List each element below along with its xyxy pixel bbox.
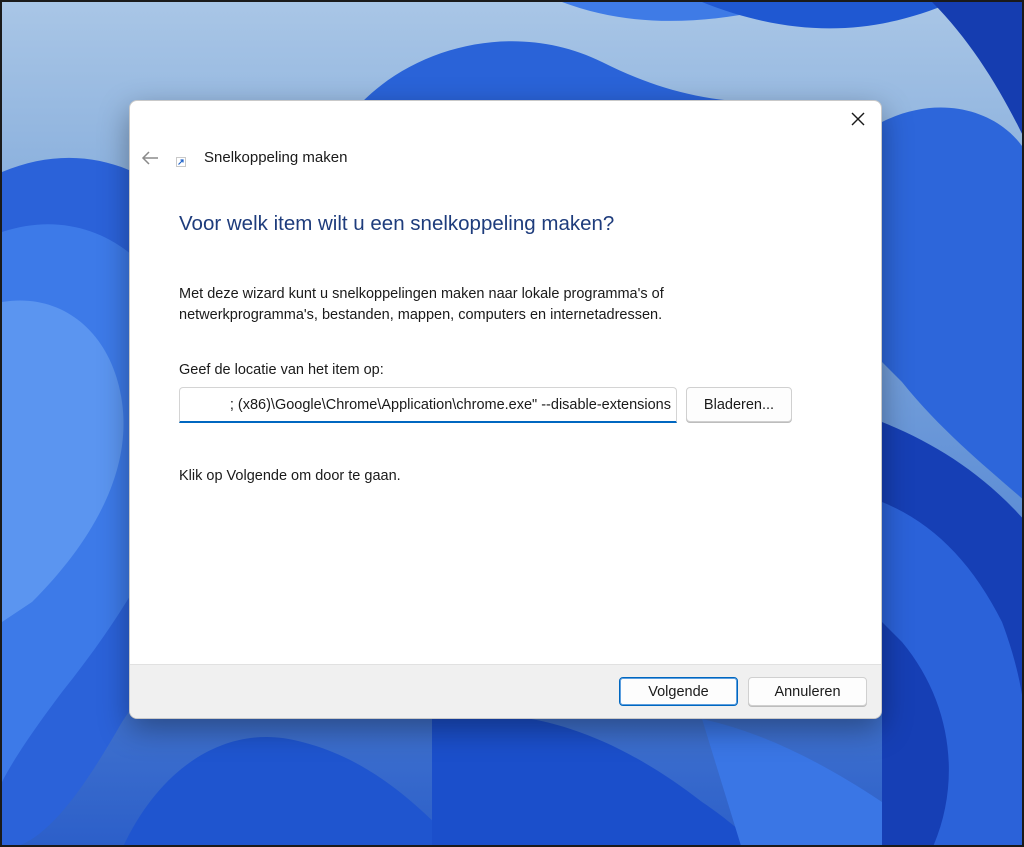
page-heading: Voor welk item wilt u een snelkoppeling … (179, 212, 615, 235)
location-input[interactable]: ; (x86)\Google\Chrome\Application\chrome… (179, 387, 677, 423)
close-button[interactable] (843, 107, 873, 131)
dialog-title: Snelkoppeling maken (204, 149, 348, 166)
create-shortcut-dialog: Snelkoppeling maken Voor welk item wilt … (129, 100, 882, 719)
wizard-description: Met deze wizard kunt u snelkoppelingen m… (179, 286, 664, 323)
close-icon (851, 112, 865, 126)
next-button[interactable]: Volgende (619, 677, 738, 706)
back-arrow-icon (141, 151, 158, 165)
shortcut-icon (176, 157, 186, 167)
back-button[interactable] (138, 147, 162, 169)
dialog-footer: Volgende Annuleren (130, 664, 881, 718)
location-label: Geef de locatie van het item op: (179, 362, 384, 378)
continue-hint: Klik op Volgende om door te gaan. (179, 468, 401, 484)
browse-button[interactable]: Bladeren... (686, 387, 792, 422)
location-input-value: ; (x86)\Google\Chrome\Application\chrome… (229, 396, 671, 413)
cancel-button[interactable]: Annuleren (748, 677, 867, 706)
